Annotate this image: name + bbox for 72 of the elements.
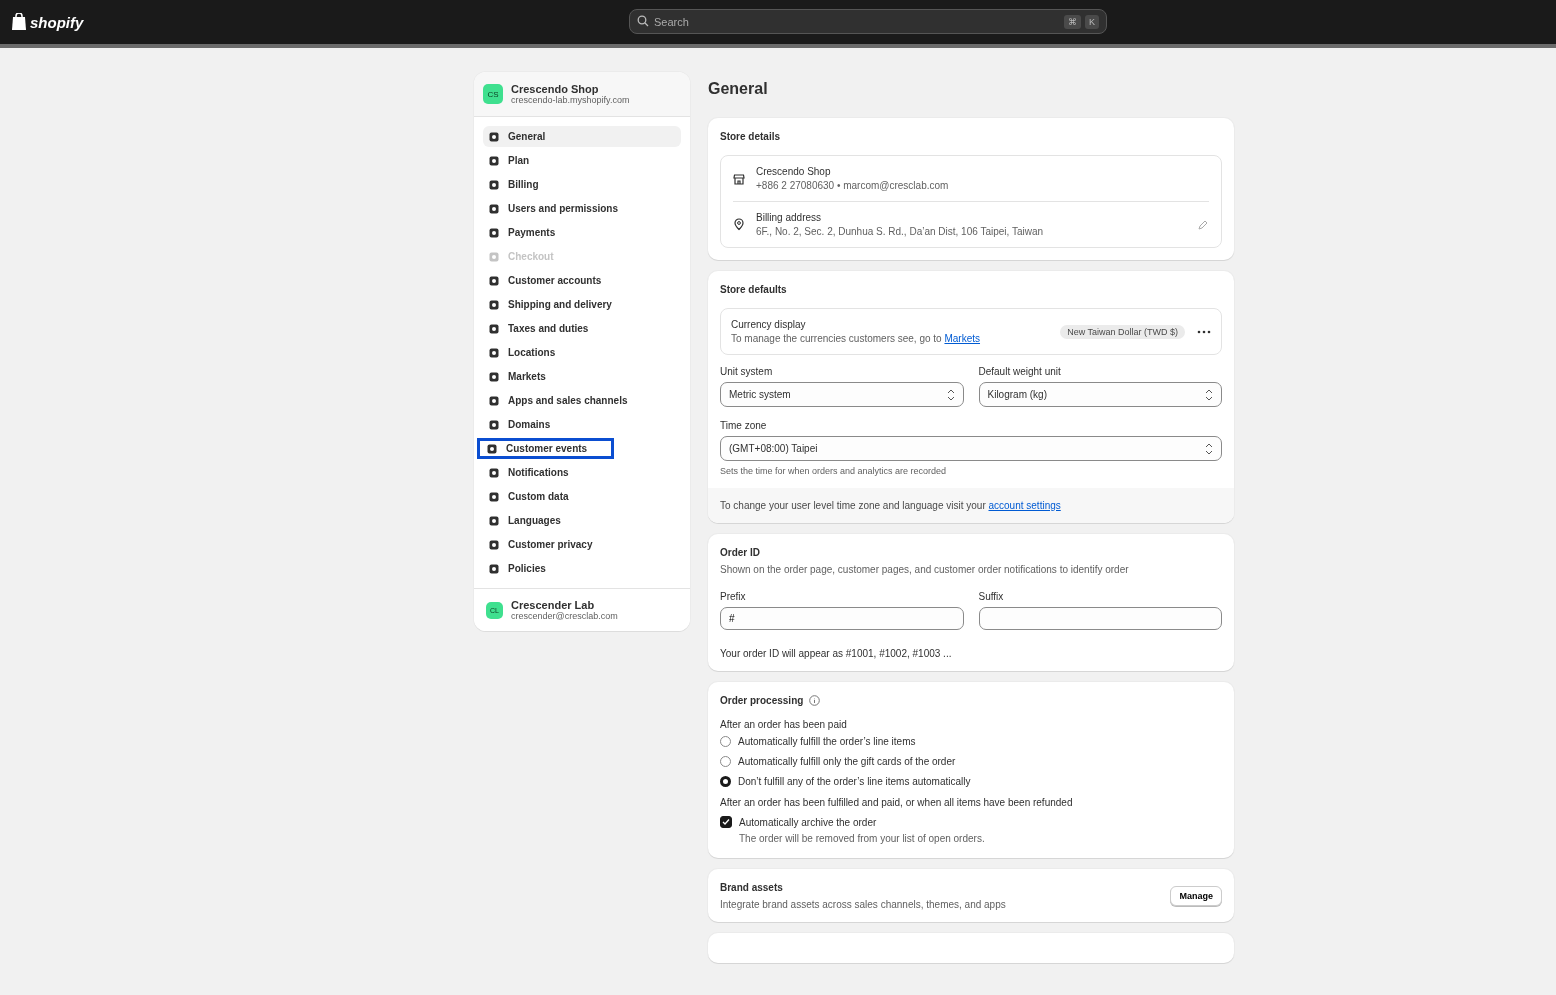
shopping-bag-icon: [11, 13, 27, 31]
currency-badge: New Taiwan Dollar (TWD $): [1060, 324, 1185, 339]
sidebar-item[interactable]: Languages: [483, 510, 681, 531]
checkbox-label: Automatically archive the order: [739, 816, 877, 828]
chevron-icon: [1205, 388, 1213, 401]
sidebar-item[interactable]: Notifications: [483, 462, 681, 483]
chevron-icon: [946, 388, 955, 401]
sidebar-item[interactable]: Customer accounts: [483, 270, 681, 291]
suffix-field[interactable]: [978, 607, 1222, 630]
logo-text: shopify: [30, 13, 84, 31]
field-label: Time zone: [720, 420, 768, 431]
radio-label: Automatically fulfill the order’s line items: [738, 736, 916, 747]
sidebar-item[interactable]: Domains: [483, 414, 681, 435]
sidebar-item[interactable]: Plan: [483, 150, 681, 171]
markets-link[interactable]: Markets: [944, 333, 980, 344]
store-name: Crescendo Shop: [756, 166, 832, 177]
sidebar-item[interactable]: Custom data: [483, 486, 681, 507]
sidebar-item[interactable]: Payments: [483, 222, 681, 243]
field-label: Default weight unit: [978, 366, 1062, 377]
currency-help: To manage the currencies customers see, go to: [731, 333, 942, 344]
sidebar-item[interactable]: General: [483, 126, 681, 147]
weight-select[interactable]: Kilogram (kg): [978, 382, 1222, 407]
account-name: Crescender Lab: [511, 599, 596, 611]
sidebar-item[interactable]: Billing: [483, 174, 681, 195]
unit-select[interactable]: Metric system: [720, 382, 964, 407]
section-description: Integrate brand assets across sales channels, themes, and apps: [720, 899, 1007, 910]
sidebar-item[interactable]: Apps and sales channels: [483, 390, 681, 411]
group-label: After an order has been fulfilled and paid, or when all items have been refunded: [720, 797, 1074, 808]
sidebar-item[interactable]: Shipping and delivery: [483, 294, 681, 315]
field-label: Suffix: [978, 591, 1005, 602]
checkbox-help: The order will be removed from your list of open orders.: [739, 833, 986, 844]
search-icon: [637, 15, 649, 27]
footer-text: To change your user level time zone and language visit your: [720, 500, 986, 511]
field-label: Prefix: [720, 591, 747, 602]
sidebar-item[interactable]: Taxes and duties: [483, 318, 681, 339]
store-avatar: CS: [483, 84, 503, 104]
section-title: Brand assets: [720, 882, 784, 893]
store-domain: crescendo-lab.myshopify.com: [511, 95, 630, 105]
currency-label: Currency display: [731, 319, 807, 330]
pencil-icon[interactable]: [1197, 218, 1209, 231]
section-title: Store details: [720, 131, 782, 142]
section-title: Order processing: [720, 695, 804, 706]
chevron-icon: [1205, 442, 1213, 455]
sidebar-item[interactable]: Policies: [483, 558, 681, 579]
group-label: After an order has been paid: [720, 719, 848, 730]
address-label: Billing address: [756, 212, 823, 223]
prefix-field[interactable]: #: [720, 607, 964, 630]
more-icon[interactable]: [1197, 329, 1211, 334]
store-name: Crescendo Shop: [511, 83, 599, 95]
sidebar-item[interactable]: Markets: [483, 366, 681, 387]
sidebar-item[interactable]: Users and permissions: [483, 198, 681, 219]
section-title: Order ID: [720, 547, 761, 558]
billing-address: 6F., No. 2, Sec. 2, Dunhua S. Rd., Da’an Dist, 106 Taipei, Taiwan: [756, 226, 1044, 237]
sidebar-item[interactable]: Customer events: [477, 438, 614, 459]
sidebar-item[interactable]: Customer privacy: [483, 534, 681, 555]
account-settings-link[interactable]: account settings: [988, 500, 1061, 511]
radio-button[interactable]: [720, 776, 731, 787]
store-contact: +886 2 27080630 • marcom@cresclab.com: [756, 180, 949, 191]
field-label: Unit system: [720, 366, 774, 377]
checkbox[interactable]: [720, 816, 732, 828]
radio-label: Don’t fulfill any of the order’s line items automatically: [738, 776, 971, 787]
section-description: Shown on the order page, customer pages, and customer order notifications to identify order: [720, 564, 1130, 575]
section-title: Store defaults: [720, 284, 788, 295]
account-email: crescender@cresclab.com: [511, 611, 618, 621]
sidebar-item[interactable]: Locations: [483, 342, 681, 363]
page-title: General: [708, 80, 769, 98]
timezone-select[interactable]: (GMT+08:00) Taipei: [720, 436, 1222, 461]
manage-button[interactable]: Manage: [1170, 886, 1222, 906]
info-icon[interactable]: [809, 695, 821, 706]
radio-label: Automatically fulfill only the gift cards of the order: [738, 756, 956, 767]
timezone-help: Sets the time for when orders and analytics are recorded: [720, 466, 948, 476]
order-id-preview: Your order ID will appear as #1001, #1002, #1003 ...: [720, 648, 953, 659]
